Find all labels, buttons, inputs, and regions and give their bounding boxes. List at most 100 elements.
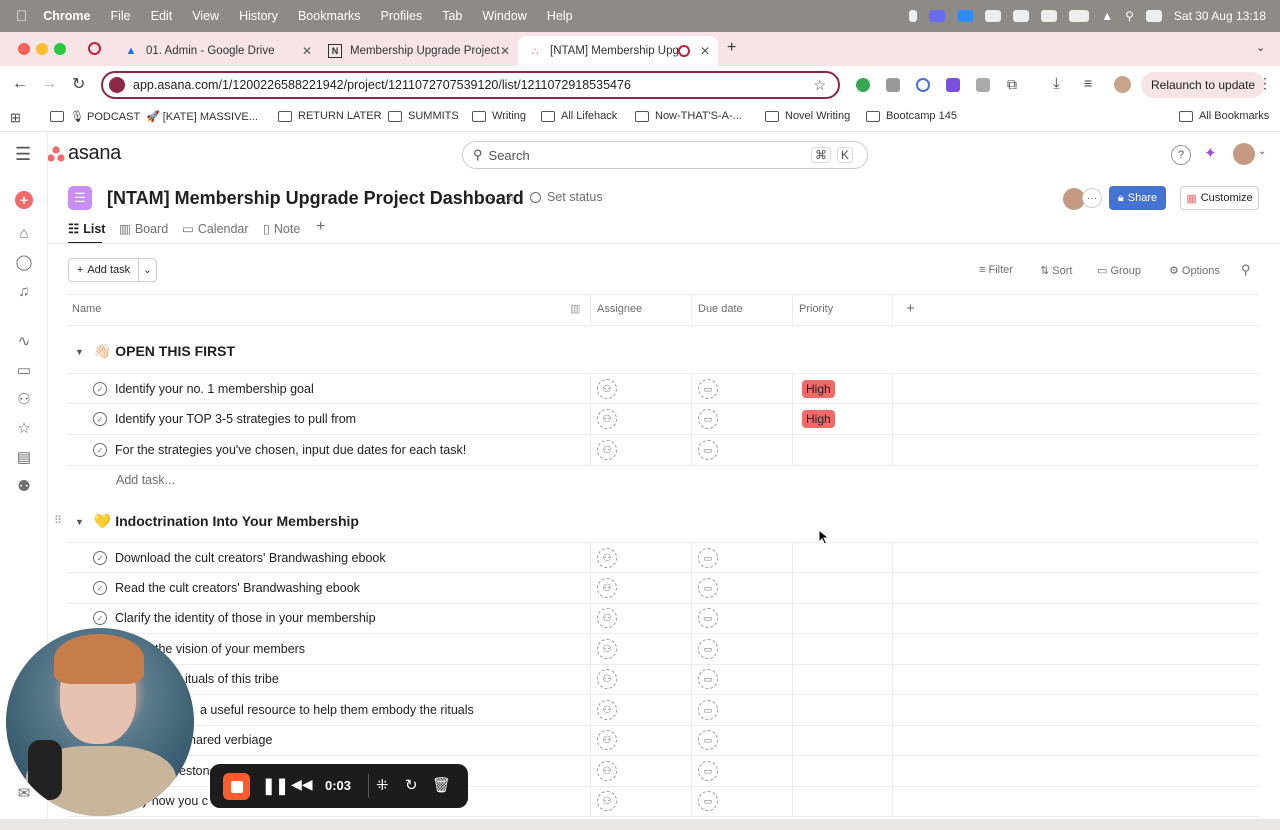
battery-icon[interactable] [1069,10,1090,22]
due-date-placeholder-icon[interactable]: ▭ [698,700,718,720]
due-date-placeholder-icon[interactable]: ▭ [698,440,718,460]
share-button[interactable]: 🔒︎ Share [1109,186,1166,210]
column-due-date[interactable]: Due date [698,303,743,315]
task-row[interactable]: ✓ a useful resource to help them embody … [67,695,1259,726]
task-name[interactable]: Download the cult creators' Brandwashing… [115,551,386,565]
assignee-placeholder-icon[interactable]: ⚇ [597,761,617,781]
sort-button[interactable]: ⇅ Sort [1040,264,1072,277]
reporting-icon[interactable]: ∿ [14,331,34,351]
tab-board[interactable]: ▥ Board [119,221,168,237]
chrome-menu-icon[interactable]: ⋮ [1258,75,1272,92]
assignee-placeholder-icon[interactable]: ⚇ [597,409,617,429]
menu-file[interactable]: File [110,9,130,23]
bookmark-writing[interactable]: Writing [472,110,526,122]
menu-edit[interactable]: Edit [151,9,173,23]
teams-icon[interactable]: ⚉ [14,476,34,496]
complete-check-icon[interactable]: ✓ [93,611,107,625]
assignee-placeholder-icon[interactable]: ⚇ [597,639,617,659]
project-title-chevron-icon[interactable]: ⌄ [487,190,496,203]
tab-search-icon[interactable]: ⌄ [1256,41,1265,54]
column-name[interactable]: Name [72,303,101,315]
bookmark-all-lifehack[interactable]: All Lifehack [541,110,617,122]
apple-icon[interactable]:  [16,8,27,25]
task-name[interactable]: the vision of your members [155,642,305,656]
ai-sparkle-icon[interactable]: ✦ [1204,144,1217,162]
menu-profiles[interactable]: Profiles [381,9,423,23]
task-row[interactable]: ✓ the vision of your members ⚇ ▭ [67,634,1259,665]
due-date-placeholder-icon[interactable]: ▭ [698,639,718,659]
play-icon[interactable] [1041,10,1058,22]
due-date-placeholder-icon[interactable]: ▭ [698,409,718,429]
set-status-button[interactable]: Set status [530,190,603,204]
assignee-placeholder-icon[interactable]: ⚇ [597,669,617,689]
task-row[interactable]: ✓ Identify your no. 1 membership goal ⚇ … [67,373,1259,404]
menu-window[interactable]: Window [482,9,526,23]
stop-recording-button[interactable] [223,773,250,800]
customize-button[interactable]: ▦ Customize [1180,186,1259,210]
bookmark-star-icon[interactable]: ☆ [813,77,826,94]
bookmark-return-later[interactable]: RETURN LATER [278,110,382,122]
column-assignee[interactable]: Assignee [597,303,642,315]
tab-notion[interactable]: N Membership Upgrade Project ✕ [318,36,518,66]
due-date-placeholder-icon[interactable]: ▭ [698,548,718,568]
assignee-placeholder-icon[interactable]: ⚇ [597,730,617,750]
menu-history[interactable]: History [239,9,278,23]
section-header[interactable]: ▼ 👋🏻 OPEN THIS FIRST [75,343,235,360]
priority-badge[interactable]: High [802,380,835,398]
task-name[interactable]: Read the cult creators' Brandwashing ebo… [115,581,360,595]
create-icon[interactable]: + [14,190,34,210]
window-close-button[interactable] [18,43,30,55]
section-header[interactable]: ▼ 💛 Indoctrination Into Your Membership [75,513,359,530]
extensions-puzzle-icon[interactable]: ⧉ [1007,76,1017,93]
due-date-placeholder-icon[interactable]: ▭ [698,578,718,598]
drag-handle-icon[interactable]: ⠿ [54,514,62,527]
add-task-dropdown-icon[interactable]: ⌄ [138,258,157,282]
clock[interactable]: Sat 30 Aug 13:18 [1174,9,1266,23]
task-row[interactable]: ✓ ituals of this tribe ⚇ ▭ [67,664,1259,695]
task-row[interactable]: ✓ For the strategies you've chosen, inpu… [67,435,1259,466]
due-date-placeholder-icon[interactable]: ▭ [698,608,718,628]
add-task-button[interactable]: + Add task [68,258,139,282]
pause-icon[interactable]: ❚❚ [262,776,289,796]
tab-calendar[interactable]: ▭ Calendar [182,221,249,237]
inbox-bell-icon[interactable]: ♫ [14,281,34,301]
group-button[interactable]: ▭ Group [1097,264,1141,277]
column-resize-icon[interactable]: ▥ [570,302,580,315]
caret-down-icon[interactable]: ▼ [75,517,84,527]
bookmark-summits[interactable]: SUMMITS [388,110,459,122]
asana-logo-text[interactable]: asana [68,142,121,165]
assignee-placeholder-icon[interactable]: ⚇ [597,379,617,399]
drawing-tools-icon[interactable]: ⁜ [376,776,389,794]
task-name[interactable]: Identify your TOP 3-5 strategies to pull… [115,412,356,426]
back-icon[interactable]: ← [12,75,28,93]
complete-check-icon[interactable]: ✓ [93,382,107,396]
project-title[interactable]: [NTAM] Membership Upgrade Project Dashbo… [107,188,524,209]
extension-globe-icon[interactable] [916,78,930,92]
add-task-inline[interactable]: Add task... [116,473,175,487]
assignee-placeholder-icon[interactable]: ⚇ [597,578,617,598]
complete-check-icon[interactable]: ✓ [93,412,107,426]
bookmark-kate-massive[interactable]: 🚀 [KATE] MASSIVE... [146,110,258,123]
close-tab-icon[interactable]: ✕ [700,44,710,58]
forward-icon[interactable]: → [41,75,57,93]
tab-list[interactable]: ☷ List [68,221,105,237]
apps-grid-icon[interactable]: ⊞ [10,110,21,126]
projects-folder-icon[interactable]: ▭ [14,360,34,380]
reload-icon[interactable]: ↻ [72,74,85,94]
goals-icon[interactable]: ☆ [14,418,34,438]
relaunch-button[interactable]: Relaunch to update [1141,72,1266,98]
window-zoom-button[interactable] [54,43,66,55]
extension-green-icon[interactable] [856,78,870,92]
search-bar[interactable]: ⚲ Search ⌘ K [462,141,868,169]
column-priority[interactable]: Priority [799,303,833,315]
close-tab-icon[interactable]: ✕ [302,44,312,58]
task-name[interactable]: hared verbiage [189,733,272,747]
members-more-icon[interactable]: ··· [1082,188,1102,208]
due-date-placeholder-icon[interactable]: ▭ [698,669,718,689]
bookmark-novel-writing[interactable]: Novel Writing [765,110,850,122]
due-date-placeholder-icon[interactable]: ▭ [698,761,718,781]
mic-icon[interactable] [909,10,918,22]
complete-check-icon[interactable]: ✓ [93,551,107,565]
bookmark-now-thats-a[interactable]: Now-THAT'S-A-... [635,110,742,122]
favorite-star-icon[interactable]: ☆ [504,189,517,206]
